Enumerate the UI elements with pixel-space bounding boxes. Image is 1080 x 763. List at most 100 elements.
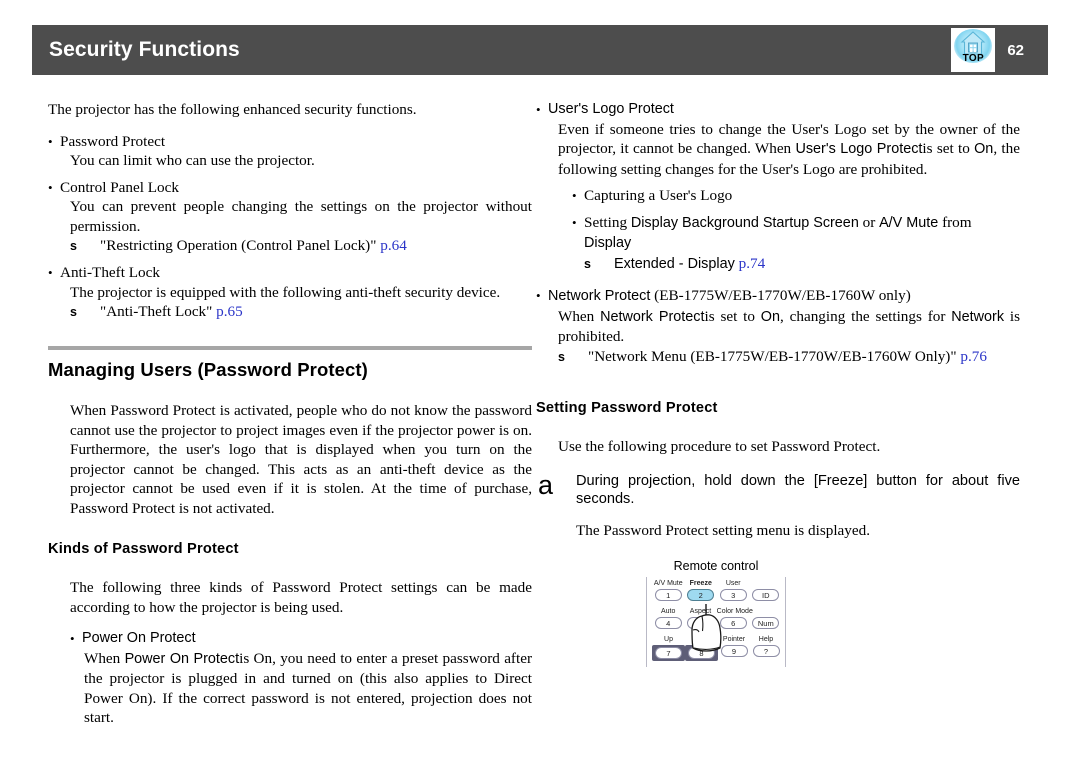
bullet-icon: • xyxy=(536,288,541,303)
feature-title: Network Protect (EB-1775W/EB-1770W/EB-17… xyxy=(548,287,911,304)
section-divider xyxy=(48,346,532,350)
feature-title: Power On Protect xyxy=(82,630,196,646)
feature-title-row: • Control Panel Lock xyxy=(48,178,532,198)
section-paragraph: When Password Protect is activated, peop… xyxy=(70,402,532,517)
key-label xyxy=(750,608,782,617)
key-label: Up xyxy=(664,635,673,643)
reference-text: "Network Menu (EB-1775W/EB-1770W/EB-1760… xyxy=(588,347,987,365)
key-label: Freeze xyxy=(689,579,712,587)
feature-description: When Network Protectis set to On, changi… xyxy=(558,307,1021,346)
feature-control-panel-lock: • Control Panel Lock You can prevent peo… xyxy=(48,178,532,257)
reference-text: "Restricting Operation (Control Panel Lo… xyxy=(100,237,407,254)
key-cap: ID xyxy=(752,588,780,601)
remote-key-user[interactable]: User 3 xyxy=(717,580,750,608)
key-label xyxy=(750,580,783,589)
bullet-icon: • xyxy=(572,188,577,203)
ui-term: Display xyxy=(584,235,632,251)
feature-title-row: • Network Protect (EB-1775W/EB-1770W/EB-… xyxy=(536,286,1020,307)
remote-key-pointer[interactable]: Pointer 9 xyxy=(718,636,750,664)
section-heading: Managing Users (Password Protect) xyxy=(48,359,368,380)
key-cap: Num xyxy=(752,616,780,629)
key-cap: 6 xyxy=(719,616,747,629)
sub-item-text: Setting Display Background Startup Scree… xyxy=(584,213,972,252)
key-cap: 3 xyxy=(719,588,747,601)
key-cap: 7 xyxy=(655,646,682,659)
right-column: • User's Logo Protect Even if someone tr… xyxy=(536,100,1020,667)
intro-paragraph: The projector has the following enhanced… xyxy=(48,101,417,118)
bullet-icon: • xyxy=(48,133,53,149)
key-cap: ? xyxy=(752,644,780,657)
reference-arrow-icon: s xyxy=(558,349,565,364)
key-label xyxy=(685,636,718,645)
ui-term: Display Background Startup Screen xyxy=(630,214,859,231)
step-body: During projection, hold down the [Freeze… xyxy=(576,472,1020,541)
key-backplate: 7 xyxy=(652,644,685,661)
remote-key-num[interactable]: Num xyxy=(750,608,782,636)
feature-password-protect: • Password Protect You can limit who can… xyxy=(48,132,532,171)
feature-network-protect: • Network Protect (EB-1775W/EB-1770W/EB-… xyxy=(536,286,1020,367)
key-backplate: 8 xyxy=(685,644,718,661)
feature-anti-theft-lock: • Anti-Theft Lock The projector is equip… xyxy=(48,263,532,322)
page-link[interactable]: p.74 xyxy=(739,255,766,272)
key-cap: 5 xyxy=(686,616,714,629)
step-marker: a xyxy=(538,470,554,500)
top-icon-label: TOP xyxy=(962,53,984,64)
feature-title-row: • Anti-Theft Lock xyxy=(48,263,532,283)
feature-title: Control Panel Lock xyxy=(60,178,179,196)
ui-term: Power On Protect xyxy=(124,650,240,667)
setting-paragraph: Use the following procedure to set Passw… xyxy=(558,437,881,455)
page-link[interactable]: p.64 xyxy=(380,237,407,254)
key-label: Pointer xyxy=(722,635,746,643)
key-cap: 4 xyxy=(654,616,682,629)
top-home-icon[interactable]: TOP xyxy=(951,28,996,72)
remote-control-figure: Remote control A/V Mute 1 Freeze 2 User … xyxy=(628,559,804,667)
feature-title: User's Logo Protect xyxy=(548,101,674,117)
feature-description: You can prevent people changing the sett… xyxy=(70,198,532,235)
remote-key-color-mode[interactable]: Color Mode 6 xyxy=(716,607,753,636)
ui-term: Network Protect xyxy=(600,308,705,325)
feature-title-row: • Password Protect xyxy=(48,132,532,152)
remote-key-freeze[interactable]: Freeze 2 xyxy=(685,580,718,608)
page-number: 62 xyxy=(1007,41,1024,59)
key-cap: 1 xyxy=(654,588,682,601)
bullet-icon: • xyxy=(48,265,53,280)
sub-item-setting-display: • Setting Display Background Startup Scr… xyxy=(572,213,1020,254)
remote-key-av-mute[interactable]: A/V Mute 1 xyxy=(652,580,685,608)
key-cap: 8 xyxy=(688,646,715,659)
key-label: Color Mode xyxy=(716,607,753,615)
remote-key-auto[interactable]: Auto 4 xyxy=(652,608,684,636)
cross-reference[interactable]: s "Network Menu (EB-1775W/EB-1770W/EB-17… xyxy=(558,347,1020,367)
cross-reference[interactable]: s "Restricting Operation (Control Panel … xyxy=(70,236,532,256)
ui-term: On xyxy=(974,141,994,157)
procedure-step: a During projection, hold down the [Free… xyxy=(536,472,1020,541)
remote-key-aspect[interactable]: Aspect 5 xyxy=(684,608,716,636)
feature-title: Password Protect xyxy=(60,132,166,150)
subsection-paragraph: The following three kinds of Password Pr… xyxy=(70,579,532,616)
remote-key-help[interactable]: Help ? xyxy=(750,636,782,664)
ui-term: On xyxy=(760,308,780,325)
key-label: Aspect xyxy=(689,607,712,615)
remote-key-up[interactable]: Up 7 xyxy=(652,636,685,664)
page-header-bar: Security Functions TOP 62 xyxy=(32,25,1048,75)
remote-control-illustration: A/V Mute 1 Freeze 2 User 3 ID Auto 4 Asp… xyxy=(646,576,786,667)
setting-heading: Setting Password Protect xyxy=(536,399,718,416)
key-label: A/V Mute xyxy=(653,579,683,587)
feature-title: Anti-Theft Lock xyxy=(60,264,160,281)
remote-key-id[interactable]: ID xyxy=(750,580,783,608)
page-link[interactable]: p.76 xyxy=(960,348,987,365)
page-link[interactable]: p.65 xyxy=(216,303,243,320)
cross-reference[interactable]: s Extended - Display p.74 xyxy=(584,254,1020,275)
reference-text: "Anti-Theft Lock" p.65 xyxy=(100,303,243,320)
ui-term: Network xyxy=(951,308,1005,325)
feature-description: When Power On Protectis On, you need to … xyxy=(84,649,533,727)
feature-users-logo-protect: • User's Logo Protect Even if someone tr… xyxy=(536,100,1020,274)
reference-arrow-icon: s xyxy=(584,256,591,271)
feature-title-row: • User's Logo Protect xyxy=(536,100,1020,120)
house-icon xyxy=(960,31,986,55)
remote-key-8[interactable]: 8 xyxy=(685,636,718,664)
bullet-icon: • xyxy=(572,214,577,230)
cross-reference[interactable]: s "Anti-Theft Lock" p.65 xyxy=(70,302,532,322)
remote-button-row: Auto 4 Aspect 5 Color Mode 6 Num xyxy=(652,608,782,636)
figure-caption: Remote control xyxy=(673,558,759,573)
bullet-icon: • xyxy=(48,179,53,195)
